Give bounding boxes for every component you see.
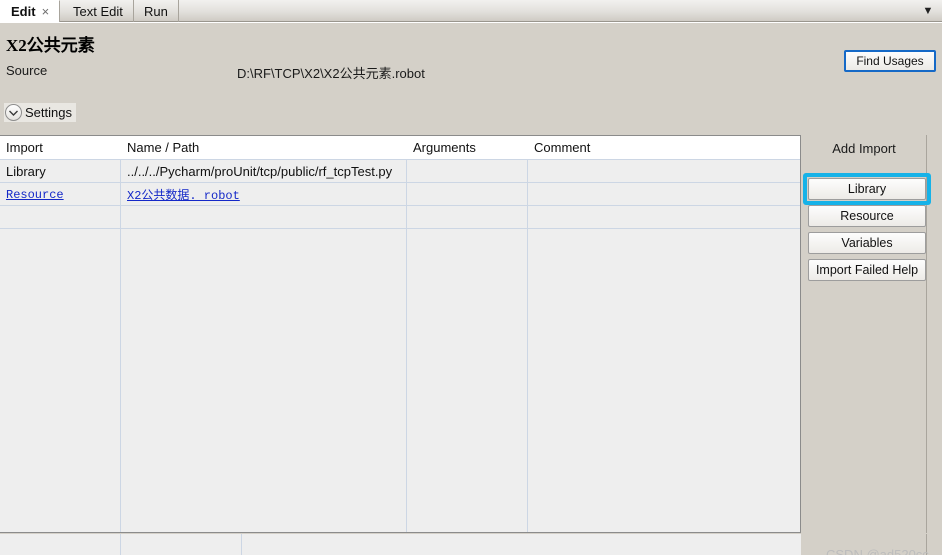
add-import-panel: Add Import Library Resource Variables Im… xyxy=(802,135,942,533)
find-usages-button[interactable]: Find Usages xyxy=(844,50,936,72)
table-header-row: Import Name / Path Arguments Comment xyxy=(0,136,800,159)
cell-comment[interactable] xyxy=(528,160,800,183)
tab-edit-label: Edit xyxy=(11,4,36,19)
tab-edit[interactable]: Edit × xyxy=(0,0,61,22)
editor-content: X2公共元素 Source D:\RF\TCP\X2\X2公共元素.robot … xyxy=(0,22,942,555)
source-label: Source xyxy=(6,63,48,78)
import-table[interactable]: Import Name / Path Arguments Comment Lib… xyxy=(0,135,801,533)
cell-arguments[interactable] xyxy=(407,183,527,206)
chevron-down-icon[interactable]: ▼ xyxy=(920,4,936,18)
variables-table[interactable]: Variable Value Comment xyxy=(0,534,801,555)
cell-name-path[interactable]: ../../../Pycharm/proUnit/tcp/public/rf_t… xyxy=(121,160,406,183)
column-header-arguments[interactable]: Arguments xyxy=(407,136,527,159)
row-divider xyxy=(0,228,800,229)
settings-expander[interactable]: Settings xyxy=(4,103,76,122)
add-scalar-panel: Add Scalar xyxy=(802,534,942,555)
column-header-name-path[interactable]: Name / Path xyxy=(121,136,406,159)
panel-divider xyxy=(926,135,927,533)
page-title: X2公共元素 xyxy=(6,36,95,55)
chevron-down-icon[interactable] xyxy=(5,104,22,121)
settings-label: Settings xyxy=(25,105,72,120)
ride-editor-window: Edit × Text Edit Run ▼ X2公共元素 Source D:\… xyxy=(0,0,942,555)
import-failed-help-button[interactable]: Import Failed Help xyxy=(808,259,926,281)
cell-name-path[interactable]: X2公共数据. robot xyxy=(121,183,406,206)
column-header-import[interactable]: Import xyxy=(0,136,120,159)
add-import-label: Add Import xyxy=(832,141,896,156)
cell-import[interactable]: Library xyxy=(0,160,120,183)
add-resource-button[interactable]: Resource xyxy=(808,205,926,227)
tab-bar: Edit × Text Edit Run ▼ xyxy=(0,0,942,22)
add-variables-button[interactable]: Variables xyxy=(808,232,926,254)
table-row[interactable]: Resource X2公共数据. robot xyxy=(0,183,800,206)
tab-run[interactable]: Run xyxy=(134,0,179,22)
chevron-down-glyph xyxy=(9,110,18,116)
close-icon[interactable]: × xyxy=(42,5,50,18)
column-divider xyxy=(120,534,121,555)
cell-comment[interactable] xyxy=(528,183,800,206)
column-divider xyxy=(241,534,242,555)
table-row[interactable]: Library ../../../Pycharm/proUnit/tcp/pub… xyxy=(0,160,800,183)
tab-run-label: Run xyxy=(144,3,168,19)
panel-divider xyxy=(926,534,927,555)
source-value: D:\RF\TCP\X2\X2公共元素.robot xyxy=(237,66,425,81)
tab-text-edit-label: Text Edit xyxy=(73,3,123,19)
column-header-comment[interactable]: Comment xyxy=(528,136,800,159)
tab-text-edit[interactable]: Text Edit xyxy=(63,0,134,22)
add-library-button[interactable]: Library xyxy=(808,178,926,200)
cell-import[interactable]: Resource xyxy=(0,183,120,206)
cell-arguments[interactable] xyxy=(407,160,527,183)
